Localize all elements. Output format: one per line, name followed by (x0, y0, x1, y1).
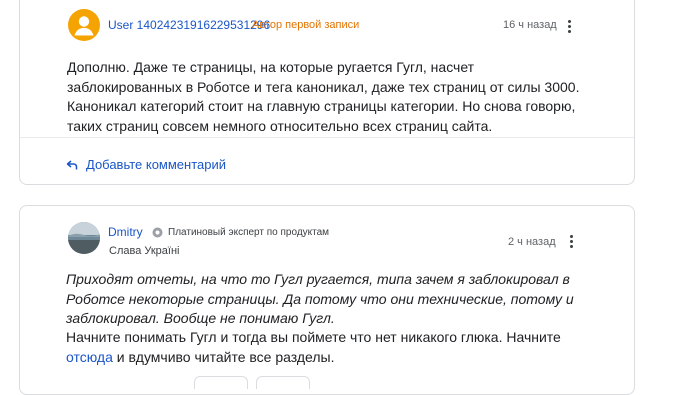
post-body-text-end: и вдумчиво читайте все разделы. (112, 348, 335, 365)
more-options-icon[interactable] (561, 16, 577, 36)
add-comment-button[interactable]: Добавьте комментарий (66, 157, 226, 172)
author-badge: Автор первой записи (252, 19, 360, 31)
user-avatar[interactable] (68, 222, 100, 254)
expert-badge: Платиновый эксперт по продуктам (152, 227, 329, 238)
post-timestamp: 2 ч назад (508, 236, 556, 248)
platinum-badge-icon (152, 227, 163, 238)
post-body: Начните понимать Гугл и тогда вы поймете… (66, 328, 586, 367)
user-signature: Слава Україні (109, 245, 180, 257)
action-button[interactable] (194, 376, 248, 389)
post-author-name[interactable]: User 14024231916229531296 (108, 18, 270, 32)
post-body: Дополню. Даже те страницы, на которые ру… (67, 59, 580, 134)
action-button[interactable] (256, 376, 310, 389)
divider (20, 137, 634, 138)
expert-badge-label: Платиновый эксперт по продуктам (168, 227, 330, 238)
user-avatar[interactable] (68, 9, 100, 41)
post-body-text: Начните понимать Гугл и тогда вы поймете… (66, 329, 561, 345)
avatar-photo-image (68, 222, 100, 254)
help-link[interactable]: отсюда (66, 349, 113, 365)
more-options-icon[interactable] (563, 231, 579, 251)
reply-arrow-icon (66, 159, 78, 169)
quoted-text: Приходят отчеты, на что то Гугл ругается… (66, 271, 574, 326)
user-icon (74, 16, 94, 36)
add-comment-label: Добавьте комментарий (86, 157, 227, 172)
post-card-2: Dmitry Платиновый эксперт по продуктам С… (19, 205, 635, 395)
post-card-1: User 14024231916229531296 Автор первой з… (19, 0, 635, 185)
post-author-name[interactable]: Dmitry (108, 225, 143, 239)
post-timestamp: 16 ч назад (503, 19, 557, 31)
